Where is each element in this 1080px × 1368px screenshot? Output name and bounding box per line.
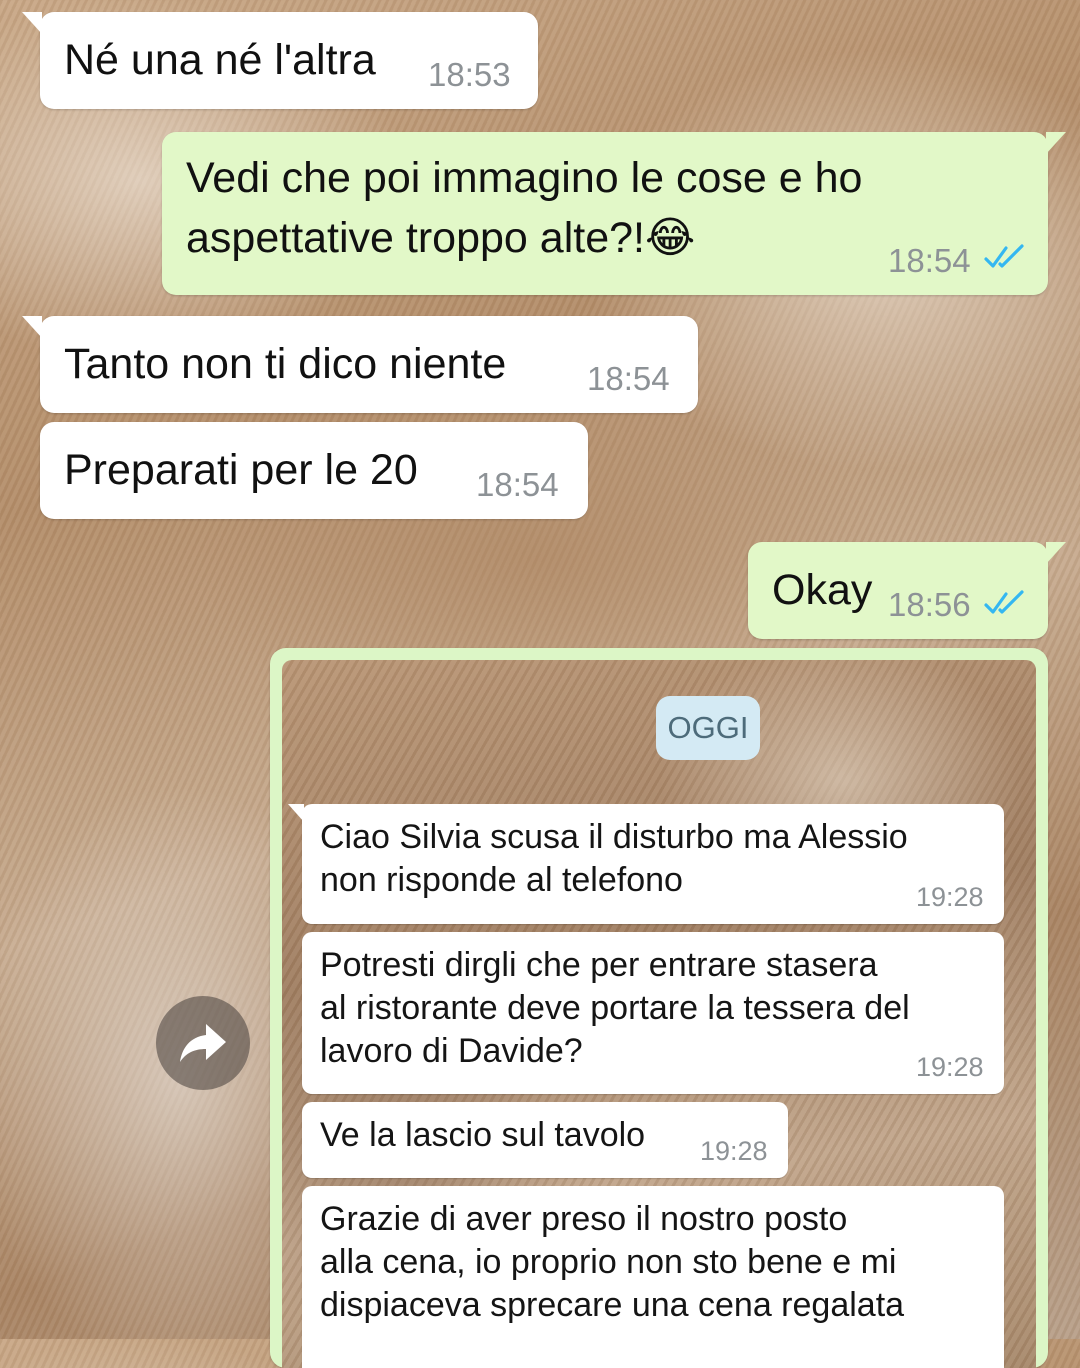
- double-check-icon: [984, 244, 1024, 268]
- message-time: 18:54: [476, 466, 559, 503]
- message-time: 18:53: [428, 56, 511, 93]
- message-line: dispiaceva sprecare una cena regalata: [320, 1286, 905, 1324]
- screenshot-message-text: Ciao Silvia scusa il disturbo ma Alessio…: [320, 816, 908, 902]
- screenshot-message-text: Ve la lascio sul tavolo: [320, 1116, 646, 1154]
- message-text: Preparati per le 20: [64, 446, 418, 494]
- message-line: al ristorante deve portare la tessera de…: [320, 989, 910, 1027]
- message-text: Vedi che poi immagino le cose e ho aspet…: [186, 148, 862, 268]
- message-time: 18:54: [888, 242, 971, 279]
- screenshot-message: Potresti dirgli che per entrare stasera …: [302, 932, 1004, 1094]
- screenshot-message-time: 19:28: [916, 882, 984, 912]
- message-line: Vedi che poi immagino le cose e ho: [186, 154, 863, 202]
- message-line: Grazie di aver preso il nostro posto: [320, 1200, 848, 1238]
- incoming-message[interactable]: Tanto non ti dico niente 18:54: [22, 316, 698, 413]
- forwarded-image-message[interactable]: OGGI Ciao Silvia scusa il disturbo ma Al…: [270, 648, 1048, 1368]
- forward-arrow-icon: [180, 1024, 226, 1062]
- message-time: 18:54: [587, 360, 670, 397]
- screenshot-message-text: Potresti dirgli che per entrare stasera …: [320, 944, 910, 1073]
- screenshot-message: Ciao Silvia scusa il disturbo ma Alessio…: [288, 804, 1004, 924]
- message-line: Potresti dirgli che per entrare stasera: [320, 946, 878, 984]
- screenshot-message-time: 19:28: [700, 1136, 768, 1166]
- double-check-icon: [984, 590, 1024, 614]
- screenshot-message: Ve la lascio sul tavolo 19:28: [302, 1102, 788, 1178]
- screenshot-message: Grazie di aver preso il nostro posto all…: [302, 1186, 1004, 1368]
- message-line: Ciao Silvia scusa il disturbo ma Alessio: [320, 818, 908, 856]
- forward-button[interactable]: [156, 996, 250, 1090]
- incoming-message[interactable]: Preparati per le 20 18:54: [40, 422, 588, 519]
- screenshot-image[interactable]: OGGI Ciao Silvia scusa il disturbo ma Al…: [282, 660, 1036, 1368]
- message-text: Okay: [772, 566, 873, 614]
- message-line: aspettative troppo alte?!: [186, 214, 645, 262]
- screenshot-message-time: 19:28: [916, 1052, 984, 1082]
- message-text: Né una né l'altra: [64, 36, 376, 84]
- message-line: lavoro di Davide?: [320, 1032, 583, 1070]
- message-text: Tanto non ti dico niente: [64, 340, 507, 388]
- outgoing-message[interactable]: Vedi che poi immagino le cose e ho aspet…: [162, 132, 1066, 295]
- date-chip: OGGI: [656, 696, 760, 760]
- message-line: alla cena, io proprio non sto bene e mi: [320, 1243, 897, 1281]
- outgoing-message[interactable]: Okay 18:56: [748, 542, 1066, 639]
- message-time: 18:56: [888, 586, 971, 623]
- message-line: non risponde al telefono: [320, 861, 683, 899]
- incoming-message[interactable]: Né una né l'altra 18:53: [22, 12, 538, 109]
- tears-of-joy-emoji-icon: 😂: [644, 214, 696, 262]
- screenshot-message-text: Grazie di aver preso il nostro posto all…: [320, 1198, 904, 1327]
